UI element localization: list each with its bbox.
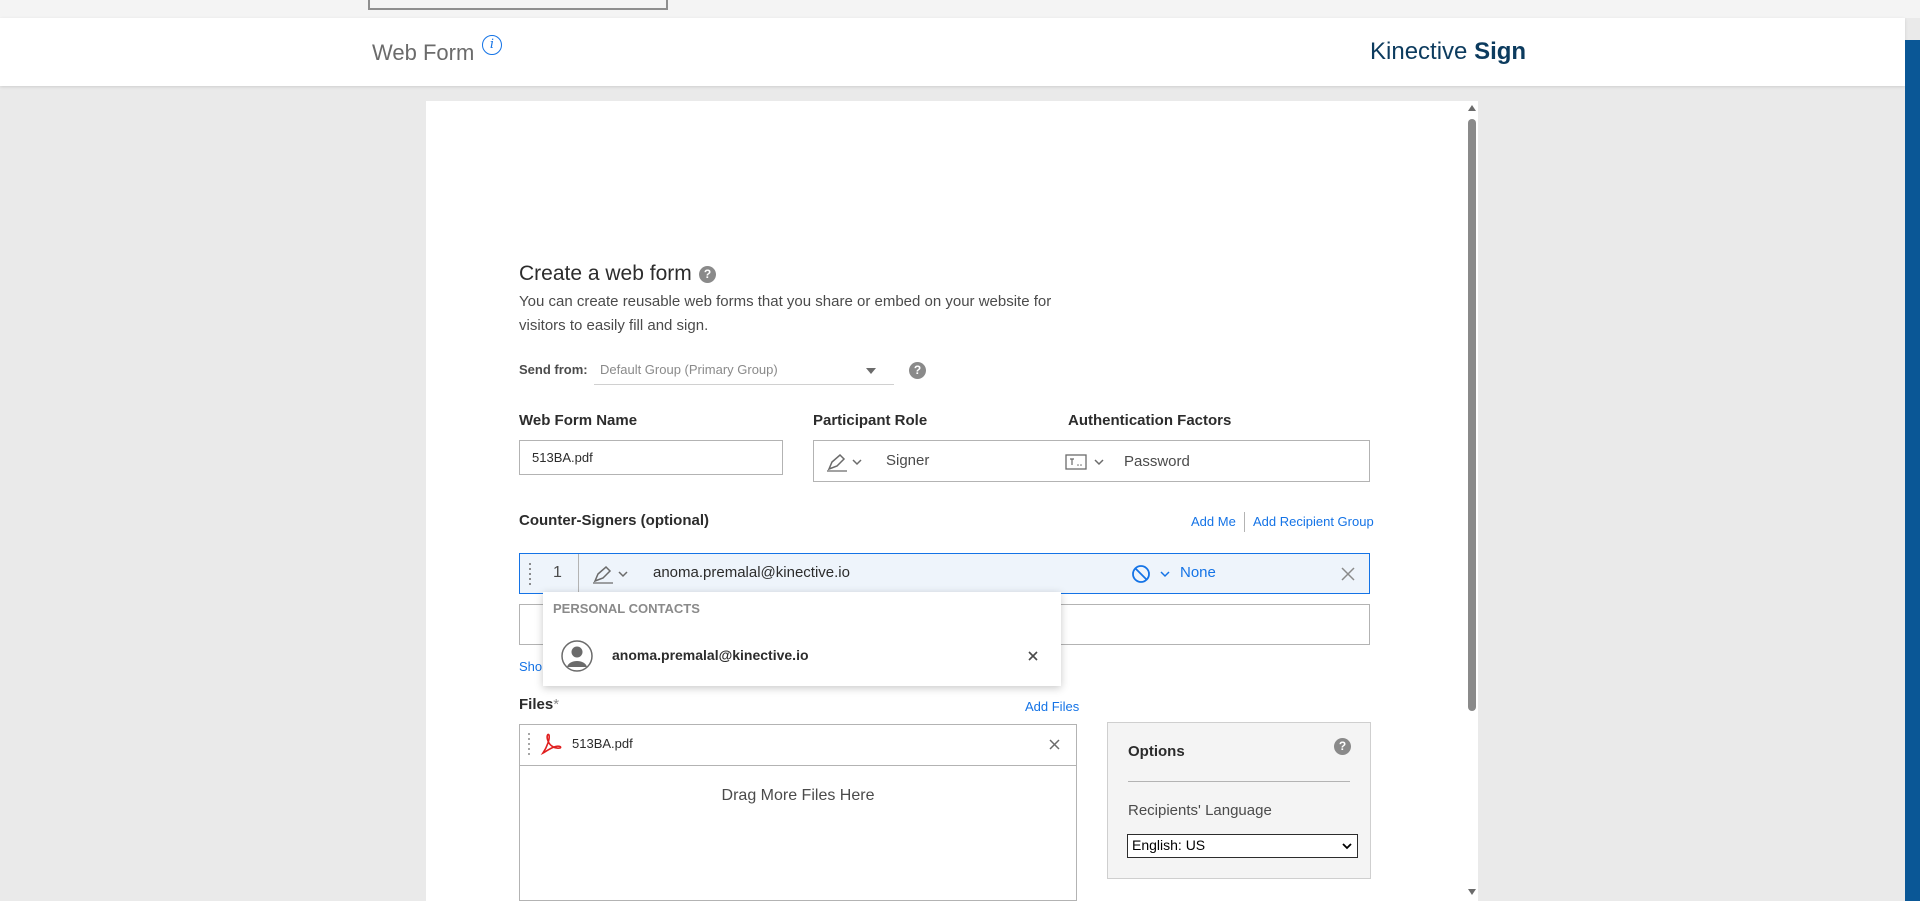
chevron-down-icon[interactable] — [852, 459, 862, 466]
contacts-dropdown: PERSONAL CONTACTS anoma.premalal@kinecti… — [543, 592, 1061, 686]
page-title: Web Form — [372, 40, 475, 65]
options-divider — [1128, 781, 1350, 782]
password-field-icon[interactable] — [1065, 453, 1087, 471]
row-divider — [578, 554, 579, 593]
required-asterisk: * — [553, 696, 560, 713]
pen-icon[interactable] — [592, 564, 614, 584]
signer-email-input[interactable]: anoma.premalal@kinective.io — [653, 564, 850, 581]
language-value: English: US — [1132, 837, 1206, 853]
chevron-down-icon[interactable] — [618, 571, 628, 578]
scroll-up-arrow-icon[interactable] — [1468, 105, 1476, 111]
link-divider — [1244, 512, 1245, 532]
pdf-file-icon — [540, 733, 562, 755]
participant-settings-box: Signer Password — [813, 440, 1370, 482]
close-icon[interactable] — [1340, 566, 1356, 582]
chevron-down-icon — [1342, 843, 1352, 850]
dropdown-section-title: PERSONAL CONTACTS — [553, 601, 700, 616]
page-scrollbar[interactable] — [1905, 40, 1920, 901]
help-icon[interactable]: ? — [1334, 738, 1351, 755]
brand-name: Kinective — [1370, 38, 1475, 65]
drag-handle-icon[interactable] — [527, 732, 531, 756]
pen-icon[interactable] — [826, 452, 848, 472]
counter-signers-label: Counter-Signers (optional) — [519, 512, 709, 529]
signer-auth-value[interactable]: None — [1180, 564, 1216, 581]
add-recipient-group-link[interactable]: Add Recipient Group — [1253, 514, 1374, 529]
help-icon[interactable]: ? — [699, 266, 716, 283]
auth-factors-value[interactable]: Password — [1124, 453, 1190, 470]
drag-files-text: Drag More Files Here — [721, 787, 875, 804]
file-name: 513BA.pdf — [572, 736, 633, 751]
files-label-text: Files — [519, 696, 554, 713]
panel-scrollbar[interactable] — [1466, 101, 1478, 901]
help-icon[interactable]: ? — [909, 362, 926, 379]
participant-role-label: Participant Role — [813, 412, 928, 429]
chevron-down-icon[interactable] — [1160, 571, 1170, 578]
scroll-down-arrow-icon[interactable] — [1468, 889, 1476, 895]
counter-signer-row[interactable]: 1 anoma.premalal@kinective.io None — [519, 553, 1370, 594]
remove-file-icon[interactable] — [1049, 739, 1060, 750]
no-auth-icon[interactable] — [1131, 564, 1151, 584]
web-form-name-label: Web Form Name — [519, 412, 638, 429]
show-link[interactable]: Sho — [519, 659, 542, 674]
file-item[interactable]: 513BA.pdf — [519, 724, 1077, 766]
scroll-thumb[interactable] — [1468, 119, 1476, 711]
send-from-label: Send from: — [519, 362, 588, 377]
chevron-down-icon — [866, 368, 876, 374]
language-select[interactable]: English: US — [1127, 834, 1358, 858]
auth-factors-label: Authentication Factors — [1068, 412, 1232, 429]
drag-handle-icon[interactable] — [528, 562, 532, 586]
language-label: Recipients' Language — [1128, 802, 1272, 819]
send-from-select[interactable]: Default Group (Primary Group) — [594, 355, 894, 385]
web-form-name-value: 513BA.pdf — [532, 450, 593, 465]
options-title: Options — [1128, 743, 1185, 760]
top-strip — [0, 0, 1920, 18]
brand-logo: Kinective Sign — [1370, 38, 1526, 66]
participant-role-value: Signer — [886, 452, 930, 469]
avatar-icon — [561, 640, 593, 672]
top-tab[interactable] — [368, 0, 668, 10]
web-form-name-input[interactable]: 513BA.pdf — [519, 440, 783, 475]
add-files-link[interactable]: Add Files — [1025, 699, 1079, 714]
files-label: Files* — [519, 696, 559, 713]
remove-contact-icon[interactable] — [1027, 650, 1039, 662]
add-me-link[interactable]: Add Me — [1191, 514, 1236, 529]
send-from-value: Default Group (Primary Group) — [600, 362, 778, 377]
app-header: Web Form i Kinective Sign — [0, 18, 1905, 86]
contact-item[interactable]: anoma.premalal@kinective.io — [543, 626, 1061, 686]
brand-name-bold: Sign — [1474, 38, 1527, 65]
signer-index: 1 — [553, 564, 562, 581]
contact-email[interactable]: anoma.premalal@kinective.io — [612, 647, 809, 663]
info-icon[interactable]: i — [482, 35, 502, 55]
form-description: You can create reusable web forms that y… — [519, 293, 1052, 334]
chevron-down-icon[interactable] — [1094, 459, 1104, 466]
form-heading: Create a web form — [519, 262, 692, 285]
